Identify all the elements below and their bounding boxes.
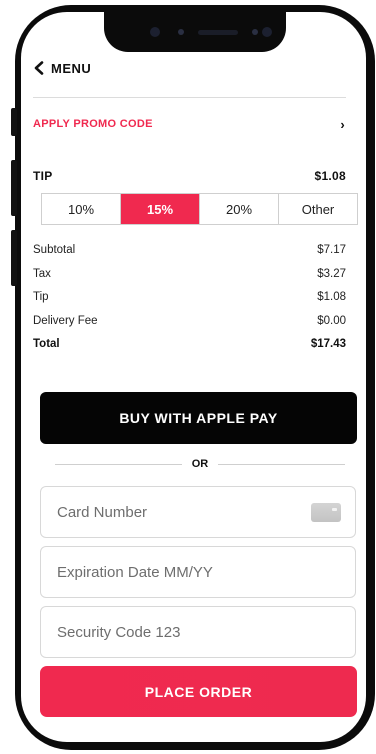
summary-row-subtotal: Subtotal $7.17 — [33, 241, 346, 265]
tip-option-15[interactable]: 15% — [121, 194, 200, 224]
phone-volume-down-button — [11, 230, 17, 286]
phone-notch — [104, 12, 286, 52]
card-number-field — [40, 486, 356, 538]
tip-header: TIP $1.08 — [33, 169, 346, 183]
order-summary: Subtotal $7.17 Tax $3.27 Tip $1.08 Deliv… — [33, 241, 346, 359]
summary-label: Subtotal — [33, 244, 76, 256]
place-order-button[interactable]: PLACE ORDER — [40, 666, 357, 717]
speaker-grille — [198, 30, 238, 35]
or-divider: OR — [55, 456, 345, 472]
summary-label: Delivery Fee — [33, 314, 98, 327]
chevron-left-icon — [34, 61, 44, 75]
summary-row-tip: Tip $1.08 — [33, 288, 346, 312]
summary-row-total: Total $17.43 — [33, 335, 346, 359]
security-code-field — [40, 606, 356, 658]
buy-with-apple-pay-button[interactable]: BUY WITH APPLE PAY — [40, 392, 357, 444]
credit-card-icon — [311, 502, 341, 522]
front-camera-icon — [262, 27, 272, 37]
phone-side-button — [11, 108, 17, 136]
tip-option-20[interactable]: 20% — [200, 194, 279, 224]
divider-line — [55, 463, 182, 465]
summary-label: Tax — [33, 267, 51, 280]
summary-value: $17.43 — [310, 338, 346, 350]
sensor-icon — [178, 29, 184, 35]
summary-row-tax: Tax $3.27 — [33, 265, 346, 289]
summary-row-delivery-fee: Delivery Fee $0.00 — [33, 312, 346, 336]
tip-amount: $1.08 — [314, 169, 346, 183]
security-code-input[interactable] — [55, 622, 341, 642]
tip-option-10[interactable]: 10% — [42, 194, 121, 224]
camera-icon — [150, 27, 160, 37]
summary-value: $1.08 — [317, 291, 346, 303]
chevron-right-icon: › — [340, 116, 345, 132]
expiration-date-input[interactable] — [55, 562, 341, 582]
or-label: OR — [191, 458, 209, 470]
summary-value: $7.17 — [317, 244, 346, 256]
divider-line — [218, 463, 345, 465]
phone-volume-up-button — [11, 160, 17, 216]
promo-label: APPLY PROMO CODE — [33, 118, 153, 130]
card-number-input[interactable] — [55, 502, 311, 522]
back-to-menu-link[interactable]: MENU — [33, 58, 91, 78]
summary-label: Total — [33, 338, 60, 350]
tip-option-other[interactable]: Other — [279, 194, 357, 224]
menu-label: MENU — [51, 60, 92, 76]
header-divider — [33, 97, 346, 98]
apply-promo-code-row[interactable]: APPLY PROMO CODE › — [33, 116, 347, 132]
expiration-date-field — [40, 546, 356, 598]
summary-value: $0.00 — [317, 314, 346, 327]
summary-label: Tip — [33, 291, 49, 303]
tip-label: TIP — [33, 169, 53, 183]
tip-options: 10% 15% 20% Other — [41, 193, 358, 225]
sensor-icon — [252, 29, 258, 35]
summary-value: $3.27 — [317, 267, 346, 280]
